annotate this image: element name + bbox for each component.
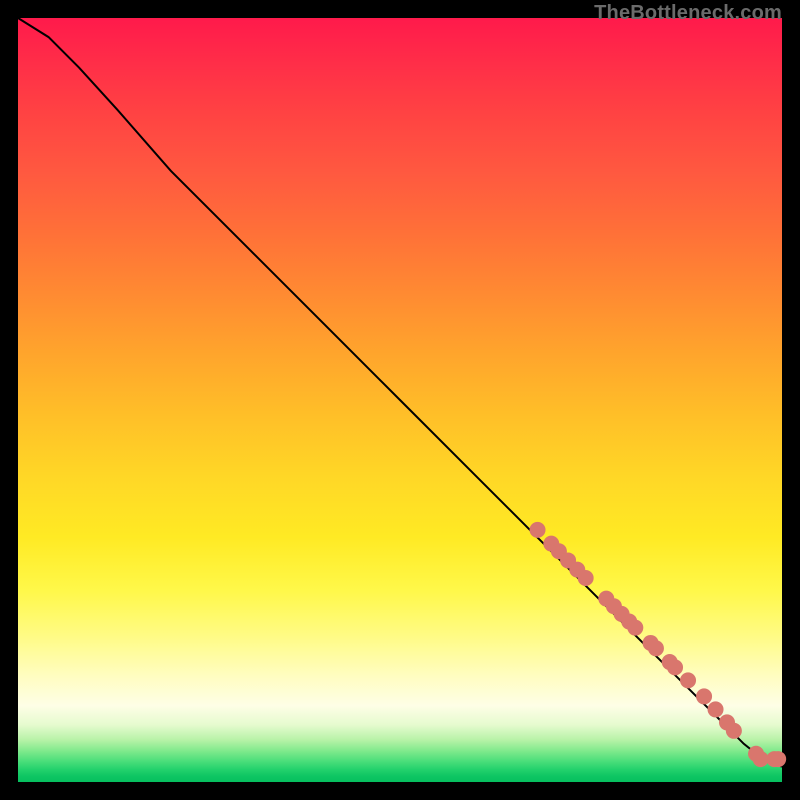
data-point xyxy=(627,620,643,636)
data-point xyxy=(770,751,786,767)
plot-area xyxy=(18,18,782,782)
data-point xyxy=(667,659,683,675)
data-point xyxy=(708,701,724,717)
data-point xyxy=(648,640,664,656)
data-point xyxy=(530,522,546,538)
watermark-text: TheBottleneck.com xyxy=(594,2,782,25)
data-points xyxy=(530,522,787,767)
data-point xyxy=(696,688,712,704)
data-point xyxy=(753,751,769,767)
chart-svg xyxy=(18,18,782,782)
data-point xyxy=(726,723,742,739)
data-point xyxy=(680,672,696,688)
chart-stage: TheBottleneck.com xyxy=(0,0,800,800)
data-point xyxy=(578,570,594,586)
